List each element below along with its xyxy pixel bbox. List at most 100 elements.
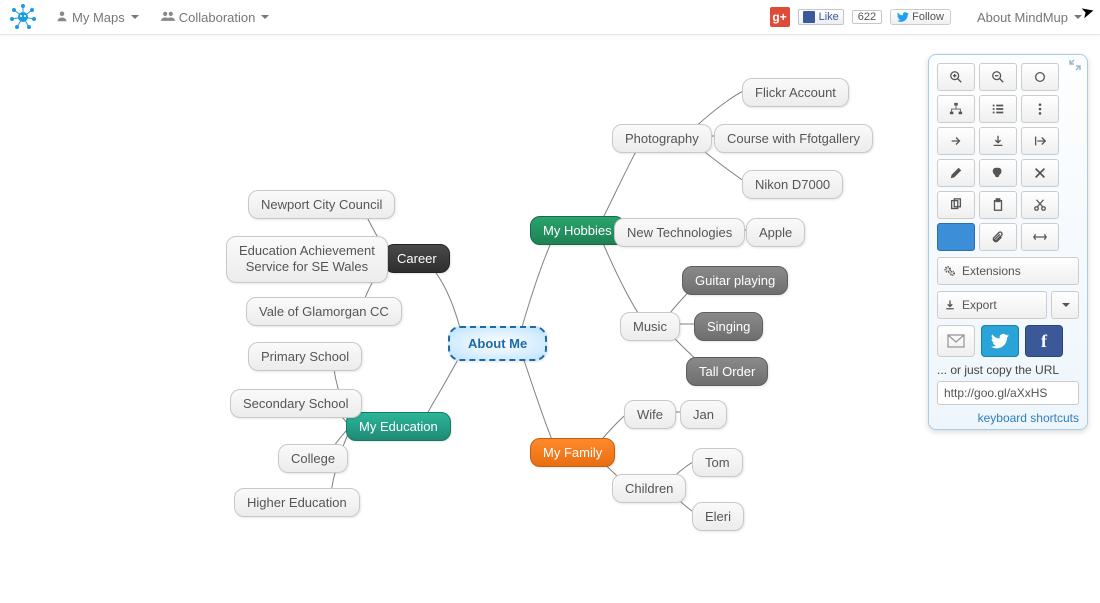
node-label: Course with Ffotgallery [727, 131, 860, 146]
color-button[interactable] [937, 223, 975, 251]
node-label: Secondary School [243, 396, 349, 411]
share-url-input[interactable] [937, 381, 1079, 405]
node-label: Education Achievement Service for SE Wal… [239, 243, 375, 276]
about-menu[interactable]: About MindMup [967, 4, 1092, 31]
keyboard-shortcuts-link[interactable]: keyboard shortcuts [937, 411, 1079, 425]
node-newtech-item[interactable]: Apple [746, 218, 805, 247]
twitter-icon [897, 11, 909, 23]
node-career[interactable]: Career [384, 244, 450, 273]
node-wife-item[interactable]: Jan [680, 400, 727, 429]
gears-icon [944, 265, 956, 277]
twitter-follow-button[interactable]: Follow [890, 9, 951, 25]
fb-like-label: Like [819, 11, 839, 23]
node-music-item[interactable]: Guitar playing [682, 266, 788, 295]
node-label: Vale of Glamorgan CC [259, 304, 389, 319]
node-label: About Me [468, 336, 527, 351]
node-label: Flickr Account [755, 85, 836, 100]
node-label: Apple [759, 225, 792, 240]
node-label: Guitar playing [695, 273, 775, 288]
node-label: Eleri [705, 509, 731, 524]
email-share-button[interactable] [937, 325, 975, 357]
tree-view-button[interactable] [937, 95, 975, 123]
node-education[interactable]: My Education [346, 412, 451, 441]
person-icon [56, 10, 68, 25]
node-label: Singing [707, 319, 750, 334]
node-education-item[interactable]: College [278, 444, 348, 473]
node-education-item[interactable]: Secondary School [230, 389, 362, 418]
export-dropdown-button[interactable] [1051, 291, 1079, 319]
node-photography-item[interactable]: Flickr Account [742, 78, 849, 107]
extensions-button[interactable]: Extensions [937, 257, 1079, 285]
node-label: College [291, 451, 335, 466]
node-photography-item[interactable]: Course with Ffotgallery [714, 124, 873, 153]
paste-button[interactable] [979, 191, 1017, 219]
collapse-icon[interactable] [1069, 59, 1081, 74]
node-wife[interactable]: Wife [624, 400, 676, 429]
node-photography-item[interactable]: Nikon D7000 [742, 170, 843, 199]
node-career-item[interactable]: Education Achievement Service for SE Wal… [226, 236, 388, 283]
import-button[interactable] [1021, 127, 1059, 155]
node-root[interactable]: About Me [448, 326, 547, 361]
export-button[interactable]: Export [937, 291, 1047, 319]
tw-follow-label: Follow [912, 11, 944, 23]
node-hobbies[interactable]: My Hobbies [530, 216, 625, 245]
caret-down-icon [1062, 303, 1070, 307]
node-photography[interactable]: Photography [612, 124, 712, 153]
node-music-item[interactable]: Tall Order [686, 357, 768, 386]
node-music-item[interactable]: Singing [694, 312, 763, 341]
node-career-item[interactable]: Vale of Glamorgan CC [246, 297, 402, 326]
download-button[interactable] [979, 127, 1017, 155]
center-button[interactable] [1021, 63, 1059, 91]
tools-panel: Extensions Export f ... or just copy the… [928, 54, 1088, 430]
node-career-item[interactable]: Newport City Council [248, 190, 395, 219]
resize-button[interactable] [1021, 223, 1059, 251]
google-plus-button[interactable]: g+ [770, 7, 790, 27]
delete-button[interactable] [1021, 159, 1059, 187]
facebook-like-button[interactable]: Like [798, 9, 844, 25]
caret-down-icon [261, 15, 269, 19]
list-view-button[interactable] [979, 95, 1017, 123]
my-maps-menu[interactable]: My Maps [46, 4, 149, 31]
attach-button[interactable] [979, 223, 1017, 251]
zoom-out-button[interactable] [979, 63, 1017, 91]
more-button[interactable] [1021, 95, 1059, 123]
node-education-item[interactable]: Primary School [248, 342, 362, 371]
copy-button[interactable] [937, 191, 975, 219]
node-children-item[interactable]: Eleri [692, 502, 744, 531]
tool-button-grid [937, 63, 1079, 251]
share-hint-text: ... or just copy the URL [937, 363, 1079, 377]
node-label: Tall Order [699, 364, 755, 379]
style-button[interactable] [979, 159, 1017, 187]
thumb-up-icon [803, 11, 815, 23]
node-label: Children [625, 481, 673, 496]
facebook-share-button[interactable]: f [1025, 325, 1063, 357]
social-widgets: g+ Like 622 Follow [770, 7, 951, 27]
node-label: Music [633, 319, 667, 334]
node-education-item[interactable]: Higher Education [234, 488, 360, 517]
node-label: Tom [705, 455, 730, 470]
edit-button[interactable] [937, 159, 975, 187]
facebook-like-count: 622 [852, 10, 882, 24]
twitter-share-button[interactable] [981, 325, 1019, 357]
node-children[interactable]: Children [612, 474, 686, 503]
node-label: Primary School [261, 349, 349, 364]
app-logo[interactable] [8, 2, 38, 32]
share-button[interactable] [937, 127, 975, 155]
node-label: New Technologies [627, 225, 732, 240]
node-music[interactable]: Music [620, 312, 680, 341]
node-newtech[interactable]: New Technologies [614, 218, 745, 247]
people-icon [161, 10, 175, 25]
cut-button[interactable] [1021, 191, 1059, 219]
node-label: My Hobbies [543, 223, 612, 238]
caret-down-icon [131, 15, 139, 19]
collaboration-menu[interactable]: Collaboration [151, 4, 280, 31]
node-label: Career [397, 251, 437, 266]
node-family[interactable]: My Family [530, 438, 615, 467]
node-children-item[interactable]: Tom [692, 448, 743, 477]
export-label: Export [962, 298, 997, 312]
node-label: Wife [637, 407, 663, 422]
zoom-in-button[interactable] [937, 63, 975, 91]
top-navbar: My Maps Collaboration g+ Like 622 Follow… [0, 0, 1100, 35]
about-label: About MindMup [977, 10, 1068, 25]
caret-down-icon [1074, 15, 1082, 19]
